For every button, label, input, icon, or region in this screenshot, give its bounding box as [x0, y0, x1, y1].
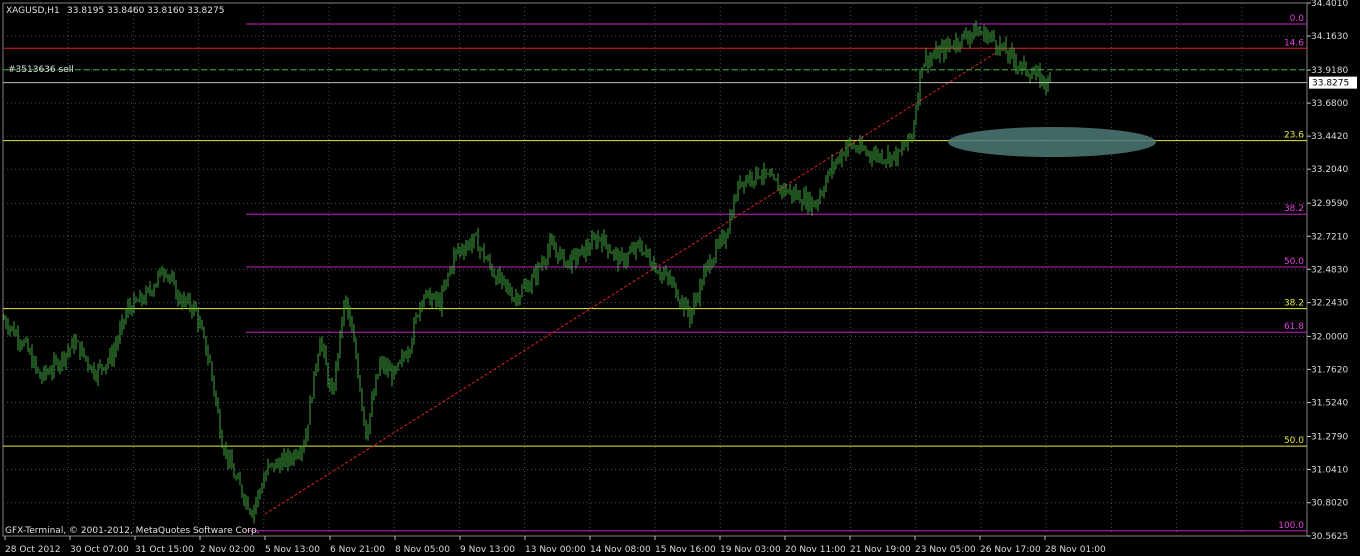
y-tick-label: 31.7620 — [1311, 365, 1348, 375]
y-tick-label: 31.5240 — [1311, 398, 1348, 408]
y-tick-label: 34.4010 — [1311, 0, 1348, 9]
fib-level-label: 50.0 — [1284, 257, 1304, 267]
y-tick-label: 32.4830 — [1311, 265, 1348, 275]
ellipse-annotation[interactable] — [948, 126, 1156, 157]
fib-level-label: 0.0 — [1290, 14, 1305, 24]
x-tick-label: 26 Nov 17:00 — [980, 545, 1041, 555]
y-tick-label: 32.0000 — [1311, 332, 1348, 342]
x-tick-label: 21 Nov 19:00 — [850, 545, 911, 555]
fib-level-label: 38.2 — [1284, 299, 1304, 309]
x-tick-label: 2 Nov 02:00 — [200, 545, 255, 555]
fib-level-label: 50.0 — [1284, 436, 1304, 446]
x-tick-label: 28 Oct 2012 — [5, 545, 61, 555]
fib-level-label: 61.8 — [1284, 322, 1304, 332]
x-tick-label: 8 Nov 05:00 — [395, 545, 450, 555]
y-tick-label: 32.7210 — [1311, 232, 1348, 242]
x-tick-label: 9 Nov 13:00 — [460, 545, 515, 555]
chart-background — [0, 0, 1360, 556]
ellipse-shape[interactable] — [948, 126, 1156, 157]
x-tick-label: 20 Nov 11:00 — [785, 545, 846, 555]
fib-level-label: 38.2 — [1284, 204, 1304, 214]
y-tick-label: 31.2790 — [1311, 433, 1348, 443]
y-tick-label: 30.8020 — [1311, 499, 1348, 509]
price-chart: 0.0 14.6 23.6 38.2 50.0 38.2 61.8 50.0 100.0 33.… — [0, 0, 1360, 556]
x-tick-label: 23 Nov 05:00 — [915, 545, 976, 555]
x-tick-label: 6 Nov 21:00 — [330, 545, 385, 555]
x-tick-label: 5 Nov 13:00 — [265, 545, 320, 555]
fib-level-label: 14.6 — [1284, 38, 1304, 48]
x-tick-label: 19 Nov 03:00 — [720, 545, 781, 555]
x-tick-label: 13 Nov 00:00 — [525, 545, 586, 555]
y-tick-label: 32.2430 — [1311, 299, 1348, 309]
fib-level-label: 23.6 — [1284, 131, 1304, 141]
y-tick-label: 33.6800 — [1311, 99, 1348, 109]
x-tick-label: 28 Nov 01:00 — [1045, 545, 1106, 555]
x-tick-label: 30 Oct 07:00 — [70, 545, 129, 555]
chart-ohlc: 33.8195 33.8460 33.8160 33.8275 — [67, 6, 224, 16]
current-price-label: 33.8275 — [1312, 79, 1349, 89]
y-tick-label: 31.0410 — [1311, 466, 1348, 476]
y-tick-label: 33.4420 — [1311, 132, 1348, 142]
x-tick-label: 31 Oct 15:00 — [135, 545, 194, 555]
chart-symbol: XAGUSD,H1 — [6, 6, 60, 16]
fib-level-label: 100.0 — [1278, 521, 1304, 531]
x-tick-label: 15 Nov 16:00 — [655, 545, 716, 555]
y-tick-label: 30.5625 — [1311, 532, 1348, 542]
order-label: #3513636 sell — [8, 65, 74, 75]
y-tick-label: 33.2040 — [1311, 165, 1348, 175]
x-tick-label: 14 Nov 08:00 — [590, 545, 651, 555]
copyright-text: GFX-Terminal, © 2001-2012, MetaQuotes So… — [5, 526, 260, 536]
y-tick-label: 34.1630 — [1311, 32, 1348, 42]
y-tick-label: 32.9590 — [1311, 199, 1348, 209]
y-tick-label: 33.9180 — [1311, 66, 1348, 76]
